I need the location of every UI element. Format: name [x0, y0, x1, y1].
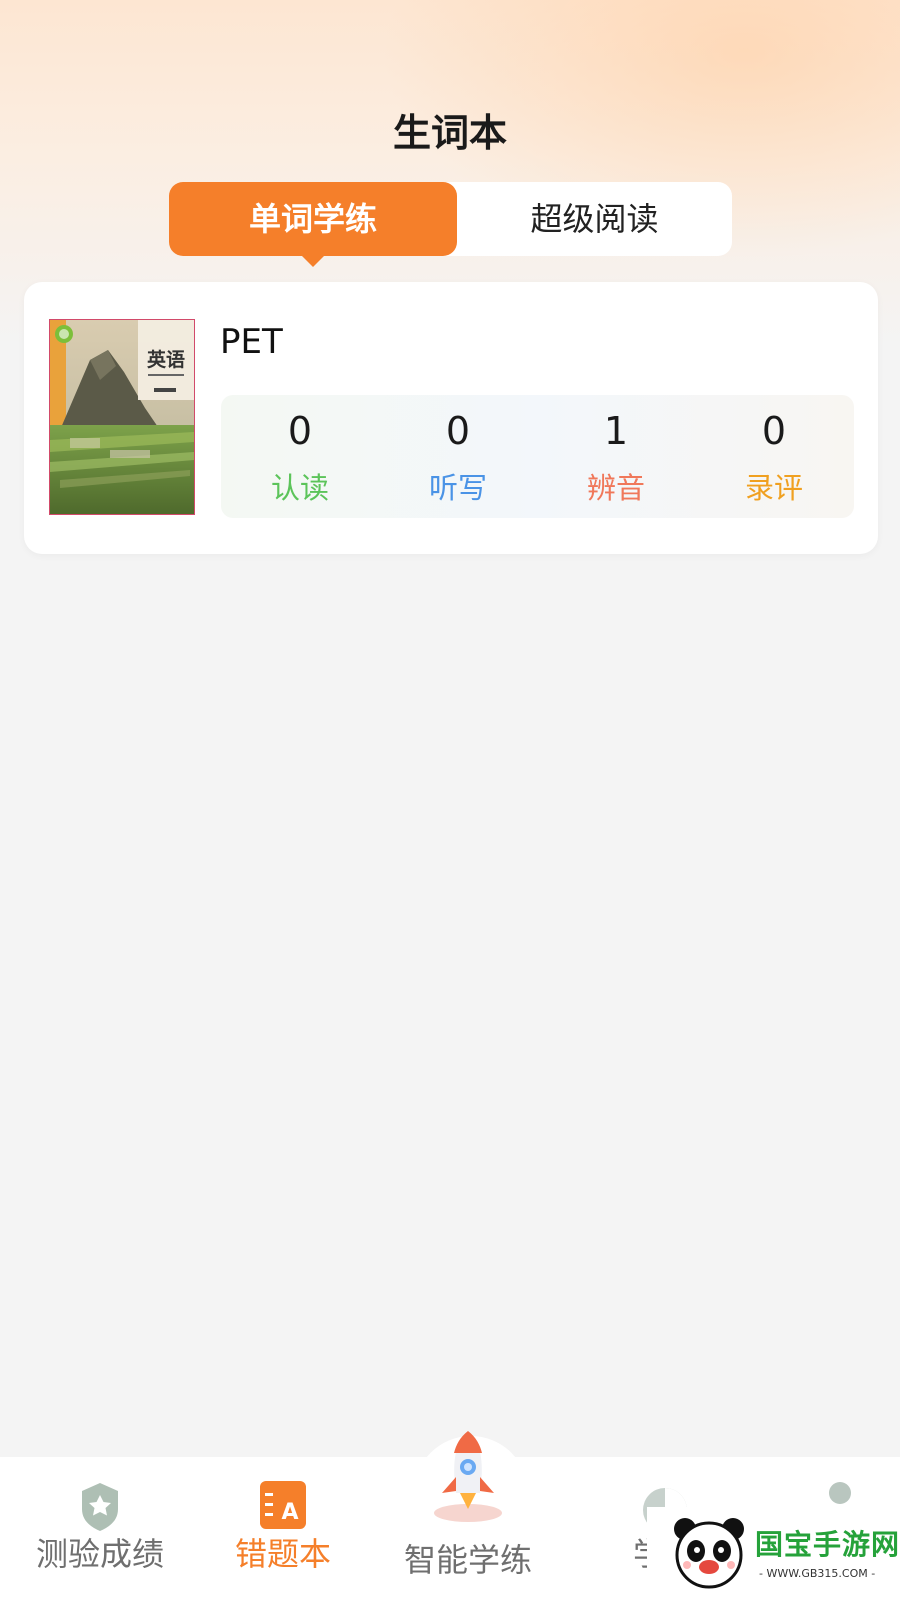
book-cover-art: 英语: [50, 320, 194, 514]
tab-super-reading-label: 超级阅读: [530, 200, 659, 238]
nav-item-mistake-book-label: 错题本: [234, 1535, 331, 1573]
rocket-icon: [434, 1431, 502, 1522]
panda-logo-icon: [674, 1518, 744, 1589]
notebook-icon: A: [260, 1481, 306, 1529]
tab-bar: 单词学练 超级阅读: [169, 182, 732, 267]
stat-recording-value: 0: [761, 409, 787, 453]
book-card[interactable]: 英语 PET 0 认读 0 听写 1 辨音 0 录评: [24, 282, 878, 554]
watermark-text: 国宝手游网: [755, 1528, 900, 1561]
svg-text:A: A: [281, 1500, 298, 1525]
stat-dictation-value: 0: [445, 409, 471, 453]
stat-read[interactable]: 0 认读: [221, 395, 379, 518]
stat-phonics-value: 1: [603, 409, 629, 453]
stats-panel: 0 认读 0 听写 1 辨音 0 录评: [221, 395, 854, 518]
tab-word-practice[interactable]: 单词学练: [169, 182, 457, 267]
watermark-url: - WWW.GB315.COM -: [759, 1567, 876, 1580]
tab-word-practice-label: 单词学练: [248, 200, 377, 238]
watermark: 国宝手游网 - WWW.GB315.COM -: [647, 1507, 900, 1600]
nav-item-mistake-book[interactable]: A 错题本: [193, 1457, 373, 1600]
stat-read-value: 0: [287, 409, 313, 453]
stat-recording[interactable]: 0 录评: [695, 395, 853, 518]
medal-icon: [82, 1483, 118, 1531]
stat-phonics[interactable]: 1 辨音: [537, 395, 695, 518]
tab-super-reading[interactable]: 超级阅读: [457, 182, 732, 256]
page-title: 生词本: [392, 111, 507, 155]
nav-item-smart-practice-label: 智能学练: [403, 1541, 532, 1579]
tab-pointer: [301, 255, 325, 267]
book-cover[interactable]: 英语: [49, 319, 195, 515]
stat-recording-label: 录评: [744, 471, 803, 505]
book-cover-title: 英语: [147, 348, 185, 371]
book-name: PET: [220, 322, 283, 362]
nav-item-test-scores-label: 测验成绩: [35, 1535, 164, 1573]
stat-dictation[interactable]: 0 听写: [379, 395, 537, 518]
stat-read-label: 认读: [270, 471, 329, 505]
nav-item-smart-practice[interactable]: 智能学练: [378, 1431, 558, 1600]
stat-phonics-label: 辨音: [586, 471, 645, 505]
stat-dictation-label: 听写: [428, 471, 487, 505]
nav-item-test-scores[interactable]: 测验成绩: [10, 1457, 190, 1600]
